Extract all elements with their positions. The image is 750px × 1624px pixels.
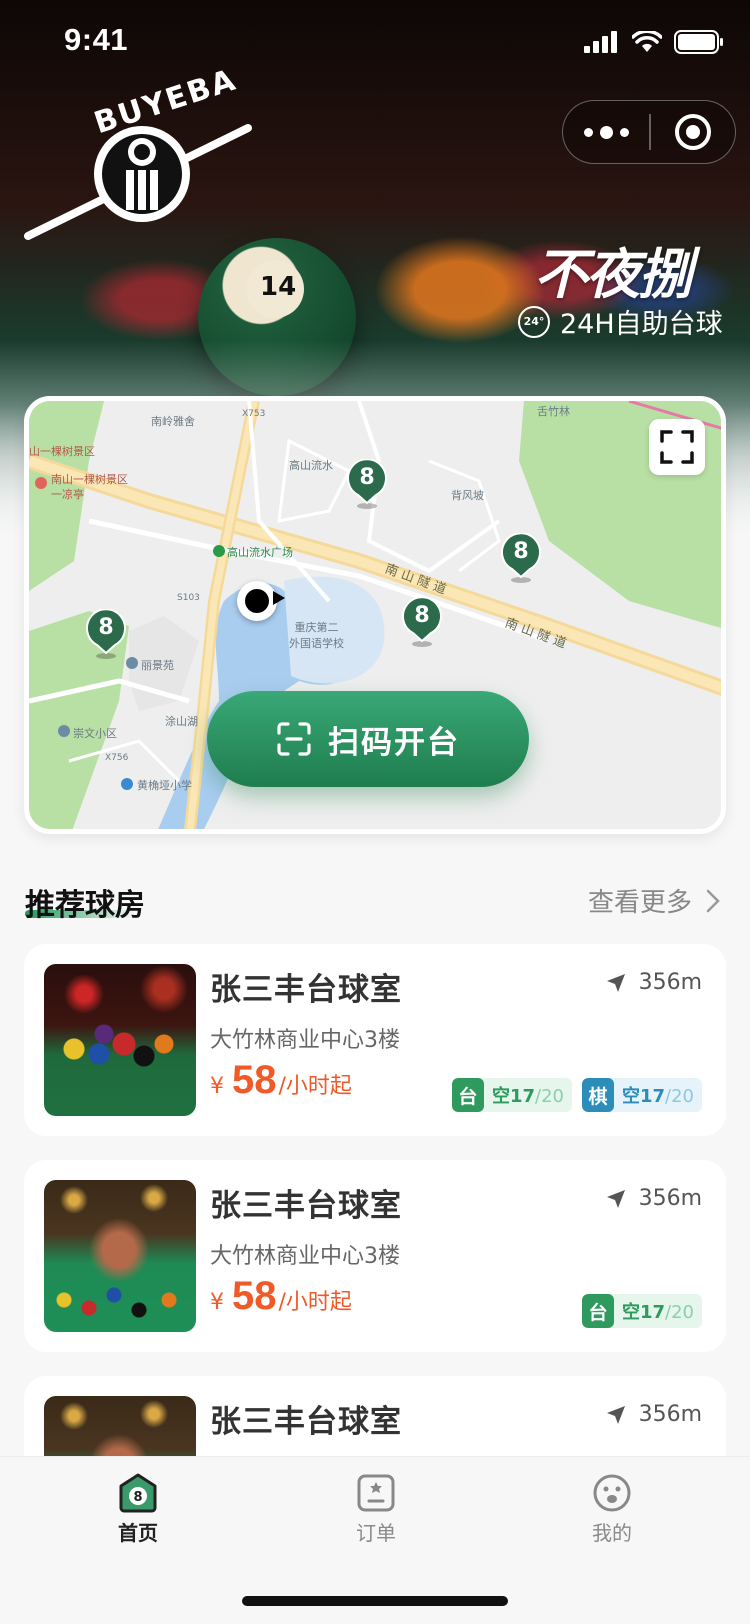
brand-subtitle: 24° 24H自助台球 bbox=[518, 302, 723, 341]
battery-icon bbox=[674, 30, 723, 54]
status-bar: 9:41 bbox=[0, 0, 750, 88]
tag-key: 台 bbox=[581, 1294, 614, 1328]
fullscreen-icon bbox=[660, 430, 694, 464]
tab-label: 首页 bbox=[118, 1521, 158, 1545]
room-address: 大竹林商业中心3楼 bbox=[210, 1028, 400, 1053]
map-pin[interactable]: 8 bbox=[346, 458, 388, 509]
room-thumbnail bbox=[44, 1180, 196, 1332]
heading-arrow-icon bbox=[273, 591, 285, 605]
room-card[interactable]: 张三丰台球室 356m 大竹林商业中心3楼 ¥ 58 /小时起 台 空17/20… bbox=[24, 944, 726, 1136]
brand-logo: BUYEBA bbox=[20, 62, 260, 252]
distance-value: 356m bbox=[638, 970, 702, 995]
price-currency: ¥ bbox=[210, 1290, 224, 1315]
svg-text:8: 8 bbox=[133, 1490, 142, 1505]
status-icons bbox=[584, 30, 724, 54]
table-availability-tag: 台 空17/20 bbox=[451, 1078, 572, 1112]
subtitle-text: 24H自助台球 bbox=[560, 309, 723, 340]
view-more-label: 查看更多 bbox=[587, 888, 692, 918]
more-dots-icon[interactable] bbox=[563, 101, 649, 163]
tab-label: 订单 bbox=[356, 1521, 396, 1545]
map-label-nanshan-scenic: 南山一棵树景区 bbox=[51, 473, 128, 486]
map-label-tushan-lake: 涂山湖 bbox=[165, 715, 198, 728]
tag-value: 空17/20 bbox=[491, 1086, 564, 1107]
scan-open-table-button[interactable]: 扫码开台 bbox=[207, 691, 529, 787]
room-card[interactable]: 张三丰台球室 356m 大竹林商业中心3楼 ¥ 58 /小时起 台 空17/20 bbox=[24, 1160, 726, 1352]
scan-icon bbox=[277, 722, 311, 756]
room-price: ¥ 58 /小时起 bbox=[210, 1274, 352, 1319]
availability-tags: 台 空17/20 bbox=[581, 1294, 702, 1328]
tag-key: 台 bbox=[451, 1078, 484, 1112]
tab-orders[interactable]: 订单 bbox=[316, 1473, 436, 1546]
table-availability-tag: 台 空17/20 bbox=[581, 1294, 702, 1328]
price-value: 58 bbox=[232, 1058, 277, 1102]
map-label-x753: X753 bbox=[242, 409, 266, 419]
chess-availability-tag: 棋 空17/20 bbox=[581, 1078, 702, 1112]
signal-icon bbox=[584, 31, 617, 53]
map-pin[interactable]: 8 bbox=[500, 532, 542, 583]
room-name: 张三丰台球室 bbox=[210, 972, 402, 1008]
room-price: ¥ 58 /小时起 bbox=[210, 1058, 352, 1103]
map-label-s103: S103 bbox=[177, 593, 200, 603]
brand-title: 不夜捌 bbox=[534, 242, 692, 306]
map-pin[interactable]: 8 bbox=[85, 608, 127, 659]
map-label-scenic-top: 山一棵树景区 bbox=[29, 445, 95, 458]
close-target-icon[interactable] bbox=[651, 112, 736, 152]
tab-profile[interactable]: 我的 bbox=[552, 1473, 672, 1546]
map-card[interactable]: 南岭雅舍 X753 山一棵树景区 南山一棵树景区 一凉亭 高山流水 背风坡 舌竹… bbox=[24, 396, 726, 834]
map-label-liangting: 一凉亭 bbox=[51, 488, 84, 501]
navigation-arrow-icon bbox=[606, 973, 625, 992]
room-name: 张三丰台球室 bbox=[210, 1188, 402, 1224]
distance-value: 356m bbox=[638, 1186, 702, 1211]
tab-label: 我的 bbox=[592, 1521, 632, 1545]
navigation-arrow-icon bbox=[606, 1405, 625, 1424]
price-unit: /小时起 bbox=[278, 1290, 352, 1315]
map-label-chongwen: 崇文小区 bbox=[73, 727, 117, 740]
navigation-arrow-icon bbox=[606, 1189, 625, 1208]
map-label-gaoshan-square: 高山流水广场 bbox=[227, 546, 293, 559]
map-fullscreen-button[interactable] bbox=[649, 419, 705, 475]
ball-number: 14 bbox=[260, 272, 297, 302]
tag-key: 棋 bbox=[581, 1078, 614, 1112]
price-currency: ¥ bbox=[210, 1074, 224, 1099]
current-location-marker bbox=[237, 581, 277, 621]
map-pin[interactable]: 8 bbox=[401, 596, 443, 647]
map-label-lijingyuan: 丽景苑 bbox=[141, 659, 174, 672]
room-thumbnail bbox=[44, 964, 196, 1116]
tag-value: 空17/20 bbox=[621, 1302, 694, 1323]
cue-stick-logo-icon bbox=[24, 124, 252, 240]
map-label-x756: X756 bbox=[105, 753, 129, 763]
chevron-right-icon bbox=[706, 889, 720, 912]
24h-clock-icon: 24° bbox=[518, 305, 550, 338]
map-label-shezhulin: 舌竹林 bbox=[537, 405, 570, 418]
map-label-gaoshan: 高山流水 bbox=[289, 459, 333, 472]
miniprogram-capsule bbox=[562, 100, 736, 164]
map-label-nanling: 南岭雅舍 bbox=[151, 415, 195, 428]
tag-value: 空17/20 bbox=[621, 1086, 694, 1107]
profile-face-icon bbox=[593, 1474, 631, 1512]
room-name: 张三丰台球室 bbox=[210, 1404, 402, 1440]
home-indicator bbox=[242, 1596, 508, 1606]
map-label-school: 重庆第二 外国语学校 bbox=[289, 621, 344, 650]
section-title: 推荐球房 bbox=[25, 888, 145, 923]
map-label-beifeng: 背风坡 bbox=[451, 489, 484, 502]
room-address: 大竹林商业中心3楼 bbox=[210, 1244, 400, 1269]
scan-button-label: 扫码开台 bbox=[328, 724, 460, 761]
room-distance: 356m bbox=[605, 1186, 702, 1211]
availability-tags: 台 空17/20 棋 空17/20 bbox=[451, 1078, 702, 1112]
wifi-icon bbox=[632, 31, 662, 52]
distance-value: 356m bbox=[638, 1402, 702, 1427]
home-8ball-icon: 8 bbox=[119, 1473, 157, 1513]
order-icon bbox=[357, 1474, 395, 1512]
price-unit: /小时起 bbox=[278, 1074, 352, 1099]
price-value: 58 bbox=[232, 1274, 277, 1318]
tab-home[interactable]: 8 首页 bbox=[78, 1473, 198, 1546]
room-distance: 356m bbox=[605, 1402, 702, 1427]
view-more-link[interactable]: 查看更多 bbox=[588, 882, 720, 919]
map-label-huangjueya: 黄桷垭小学 bbox=[137, 779, 192, 792]
room-distance: 356m bbox=[605, 970, 702, 995]
status-time: 9:41 bbox=[64, 22, 129, 57]
